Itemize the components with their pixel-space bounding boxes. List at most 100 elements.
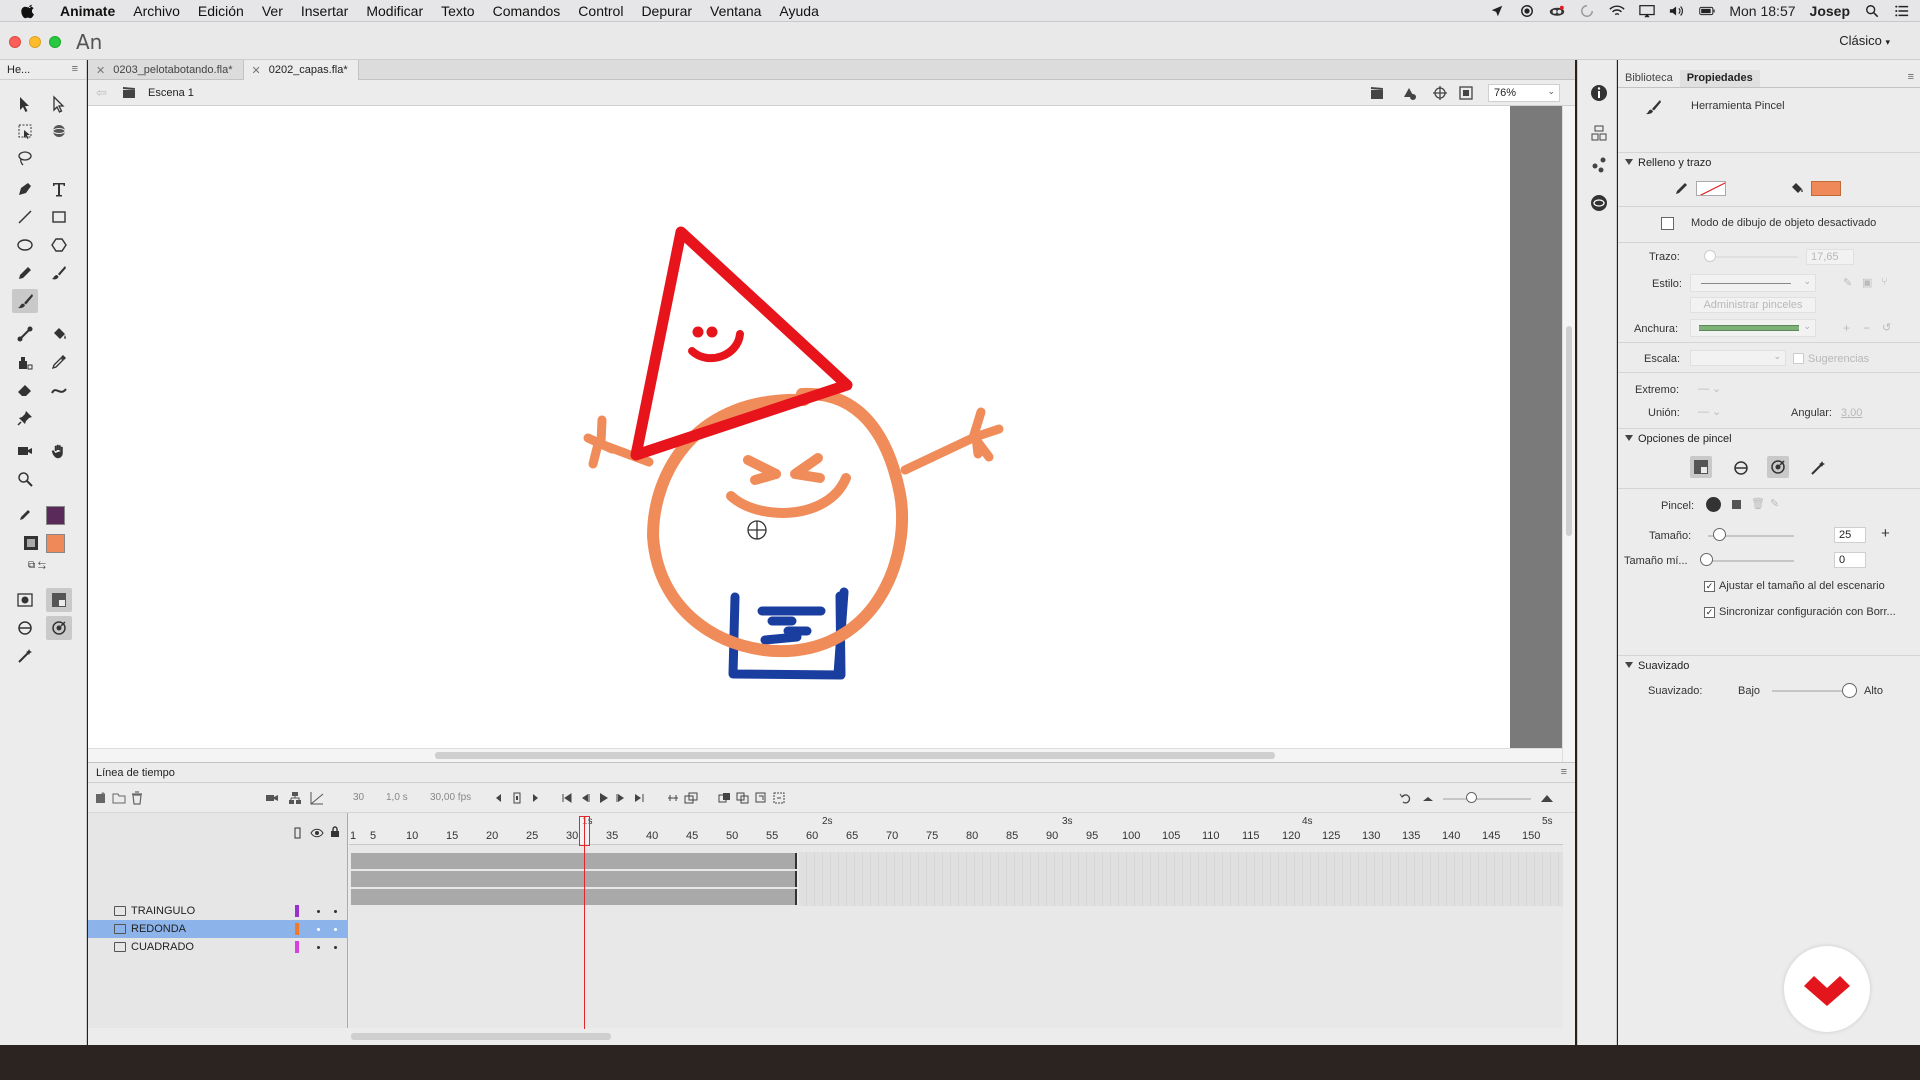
eyedropper-tool[interactable]: [46, 350, 72, 374]
free-transform-tool[interactable]: [12, 119, 38, 143]
workspace-switcher[interactable]: Clásico ▾: [1839, 33, 1890, 48]
fill-color-tool[interactable]: [18, 531, 44, 555]
eye-visibility-icon[interactable]: [310, 827, 324, 839]
3d-rotation-tool[interactable]: [46, 119, 72, 143]
go-first-frame-icon[interactable]: [560, 791, 574, 805]
creative-cloud-libraries-icon[interactable]: [1590, 194, 1608, 212]
panel-menu-icon[interactable]: ≡: [1561, 766, 1567, 778]
step-back-frame-icon[interactable]: [578, 791, 592, 805]
creative-cloud-icon[interactable]: [1549, 4, 1565, 18]
scale-select[interactable]: ⌄: [1690, 350, 1786, 366]
onion-skin-icon[interactable]: [684, 791, 698, 805]
layer-row-cuadrado[interactable]: CUADRADO: [88, 938, 348, 956]
zoom-out-mountain-icon[interactable]: [1421, 791, 1435, 805]
frame-ruler[interactable]: 1 5 10 15 20 25 30 35 40 45 50 55 60 65 …: [349, 813, 1563, 845]
show-outline-icon[interactable]: [294, 827, 302, 839]
paint-brush-tool[interactable]: [46, 261, 72, 285]
lock-dot[interactable]: [334, 928, 337, 931]
apple-icon[interactable]: [20, 3, 38, 19]
stroke-size-input[interactable]: 17,65: [1806, 249, 1854, 265]
scene-name[interactable]: Escena 1: [148, 87, 194, 99]
clock[interactable]: Mon 18:57: [1729, 3, 1795, 19]
menu-modificar[interactable]: Modificar: [366, 3, 423, 19]
panel-menu-icon[interactable]: ≡: [1908, 71, 1914, 83]
pressure-toggle[interactable]: [46, 616, 72, 640]
airplay-icon[interactable]: [1639, 4, 1656, 18]
timeline-zoom-knob[interactable]: [1466, 792, 1477, 803]
pressure-button[interactable]: [1767, 456, 1789, 478]
step-right-icon[interactable]: [528, 791, 542, 805]
tilt-toggle[interactable]: [12, 644, 38, 668]
loop-icon[interactable]: [666, 791, 680, 805]
rectangle-tool[interactable]: [46, 205, 72, 229]
menu-archivo[interactable]: Archivo: [133, 3, 180, 19]
layer-outline-color[interactable]: [295, 905, 299, 917]
undo-zoom-icon[interactable]: [1399, 791, 1413, 805]
min-size-slider[interactable]: [1708, 560, 1794, 562]
close-tab-icon[interactable]: ✕: [252, 64, 261, 77]
object-drawing-mode-icon[interactable]: [1661, 217, 1674, 230]
center-stage-icon[interactable]: [1432, 85, 1448, 101]
menu-comandos[interactable]: Comandos: [493, 3, 561, 19]
fit-frames-icon[interactable]: [772, 791, 786, 805]
new-folder-icon[interactable]: [112, 791, 126, 805]
layer-outline-color[interactable]: [295, 923, 299, 935]
stroke-size-knob[interactable]: [1704, 250, 1716, 262]
size-input[interactable]: 25: [1834, 527, 1866, 543]
edit-scene-icon[interactable]: [1370, 85, 1386, 101]
edit-brush-icon[interactable]: ✎: [1770, 497, 1779, 510]
frame-row-triangulo[interactable]: [349, 852, 1563, 870]
cap-select[interactable]: — ⌄: [1698, 382, 1721, 395]
location-icon[interactable]: [1489, 4, 1505, 18]
zoom-select[interactable]: 76% ⌄: [1488, 84, 1560, 102]
width-profile-select[interactable]: ⌄: [1690, 319, 1816, 337]
current-time[interactable]: 1,0 s: [386, 792, 408, 803]
size-plus-icon[interactable]: +: [1881, 525, 1890, 542]
record-icon[interactable]: [1519, 4, 1535, 18]
info-icon[interactable]: [1590, 84, 1608, 102]
stroke-color-swatch[interactable]: [1696, 181, 1726, 196]
fill-color-swatch[interactable]: [1811, 181, 1841, 196]
zoom-tool[interactable]: [12, 467, 38, 491]
graph-icon[interactable]: [310, 791, 324, 805]
brush-tool[interactable]: [12, 289, 38, 313]
timeline-horizontal-scrollbar[interactable]: [349, 1028, 1563, 1046]
subselection-tool[interactable]: [46, 92, 72, 116]
clip-content-icon[interactable]: [1458, 85, 1474, 101]
volume-icon[interactable]: [1669, 4, 1685, 18]
frame-row-redonda[interactable]: [349, 870, 1563, 888]
frame-rate[interactable]: 30,00 fps: [430, 792, 471, 803]
frame-row-cuadrado[interactable]: [349, 888, 1563, 906]
lock-dot[interactable]: [334, 946, 337, 949]
layer-row-triangulo[interactable]: TRAINGULO: [88, 902, 348, 920]
layer-name[interactable]: REDONDA: [131, 923, 186, 935]
camera-layer-icon[interactable]: [265, 791, 279, 805]
horizontal-scrollbar[interactable]: [88, 748, 1562, 762]
ink-bottle-tool[interactable]: [12, 350, 38, 374]
stroke-size-slider[interactable]: [1708, 256, 1798, 258]
minimize-window-button[interactable]: [29, 36, 41, 48]
width-tool[interactable]: [46, 378, 72, 402]
panel-menu-icon[interactable]: ≡: [72, 63, 78, 75]
section-brush-options[interactable]: Opciones de pincel: [1618, 428, 1920, 448]
style-select[interactable]: ⌄: [1690, 274, 1816, 292]
layer-row-redonda[interactable]: REDONDA: [88, 920, 348, 938]
frame-span[interactable]: [351, 871, 797, 887]
angular-value[interactable]: 3,00: [1841, 407, 1862, 419]
object-drawing-toggle[interactable]: [12, 588, 38, 612]
adjust-to-stage-checkbox[interactable]: ✓: [1704, 581, 1715, 592]
frames-area[interactable]: 1 5 10 15 20 25 30 35 40 45 50 55 60 65 …: [349, 813, 1563, 1028]
edit-symbols-icon[interactable]: [1401, 85, 1417, 101]
sync-eraser-checkbox[interactable]: ✓: [1704, 607, 1715, 618]
lock-dot[interactable]: [334, 910, 337, 913]
onion-skin-outline-icon[interactable]: [718, 791, 732, 805]
edit-multiple-frames-icon[interactable]: [736, 791, 750, 805]
current-frame[interactable]: 30: [353, 792, 364, 803]
vertical-scrollbar-thumb[interactable]: [1566, 326, 1572, 536]
user-name[interactable]: Josep: [1810, 3, 1850, 19]
horizontal-scrollbar-thumb[interactable]: [435, 752, 1275, 759]
delete-brush-icon[interactable]: 🗑: [1751, 497, 1765, 510]
stroke-color-swatch[interactable]: [46, 506, 65, 525]
menu-control[interactable]: Control: [578, 3, 623, 19]
timeline-zoom-track[interactable]: [1443, 798, 1531, 800]
